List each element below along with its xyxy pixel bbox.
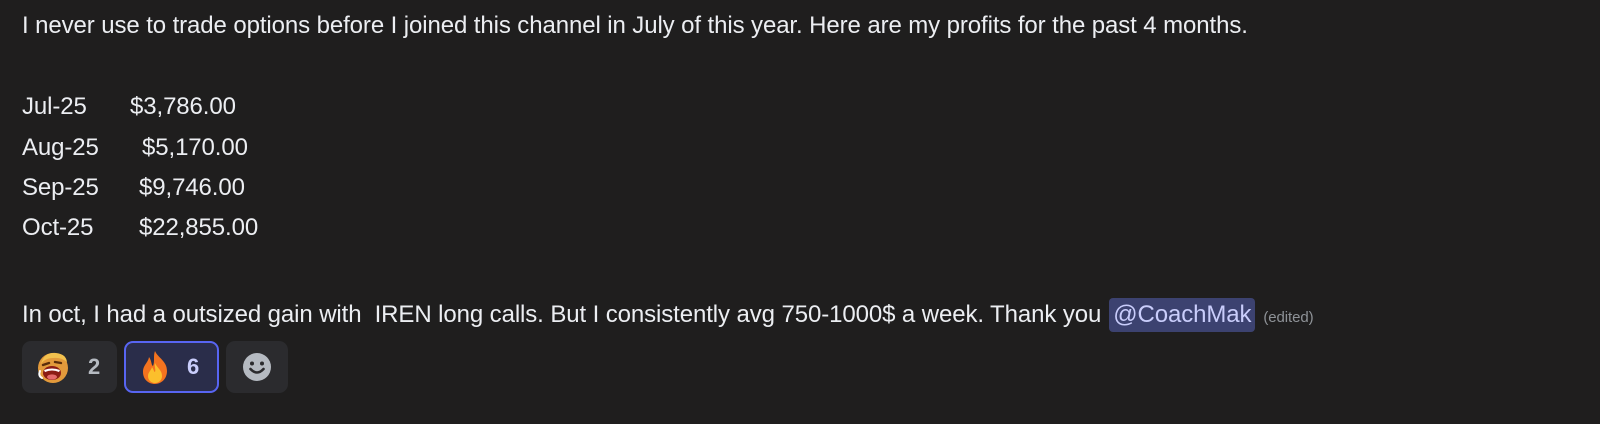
profit-amount: $9,746.00 xyxy=(139,174,245,201)
profit-row: Jul-25 $3,786.00 xyxy=(22,87,236,127)
profit-amount: $3,786.00 xyxy=(130,93,236,120)
message-closing-text: In oct, I had a outsized gain with IREN … xyxy=(22,301,1102,328)
edited-label: (edited) xyxy=(1263,309,1314,326)
message-closing-line: In oct, I had a outsized gain with IREN … xyxy=(22,292,1314,338)
profit-row: Oct-25 $22,855.00 xyxy=(22,208,258,248)
reaction-count: 2 xyxy=(88,354,101,379)
user-mention[interactable]: @CoachMak xyxy=(1109,298,1256,332)
profit-month: Sep-25 xyxy=(22,174,99,201)
profit-month: Jul-25 xyxy=(22,93,87,120)
profit-amount: $22,855.00 xyxy=(139,214,259,241)
profit-row: Sep-25 $9,746.00 xyxy=(22,168,245,208)
reaction-fire[interactable]: 6 xyxy=(124,341,219,393)
laughing-face-emoji-icon xyxy=(34,348,72,386)
smiley-add-reaction-icon xyxy=(241,351,273,383)
message-intro-text: I never use to trade options before I jo… xyxy=(22,12,1248,39)
add-reaction-button[interactable] xyxy=(226,341,288,393)
profit-month: Oct-25 xyxy=(22,214,94,241)
profit-row: Aug-25 $5,170.00 xyxy=(22,128,248,168)
reaction-laughing[interactable]: 2 xyxy=(22,341,117,393)
fire-emoji-icon xyxy=(136,348,174,386)
profit-month: Aug-25 xyxy=(22,134,99,161)
profit-amount: $5,170.00 xyxy=(142,134,248,161)
reactions-bar: 2 6 xyxy=(22,341,288,393)
reaction-count: 6 xyxy=(187,354,200,379)
